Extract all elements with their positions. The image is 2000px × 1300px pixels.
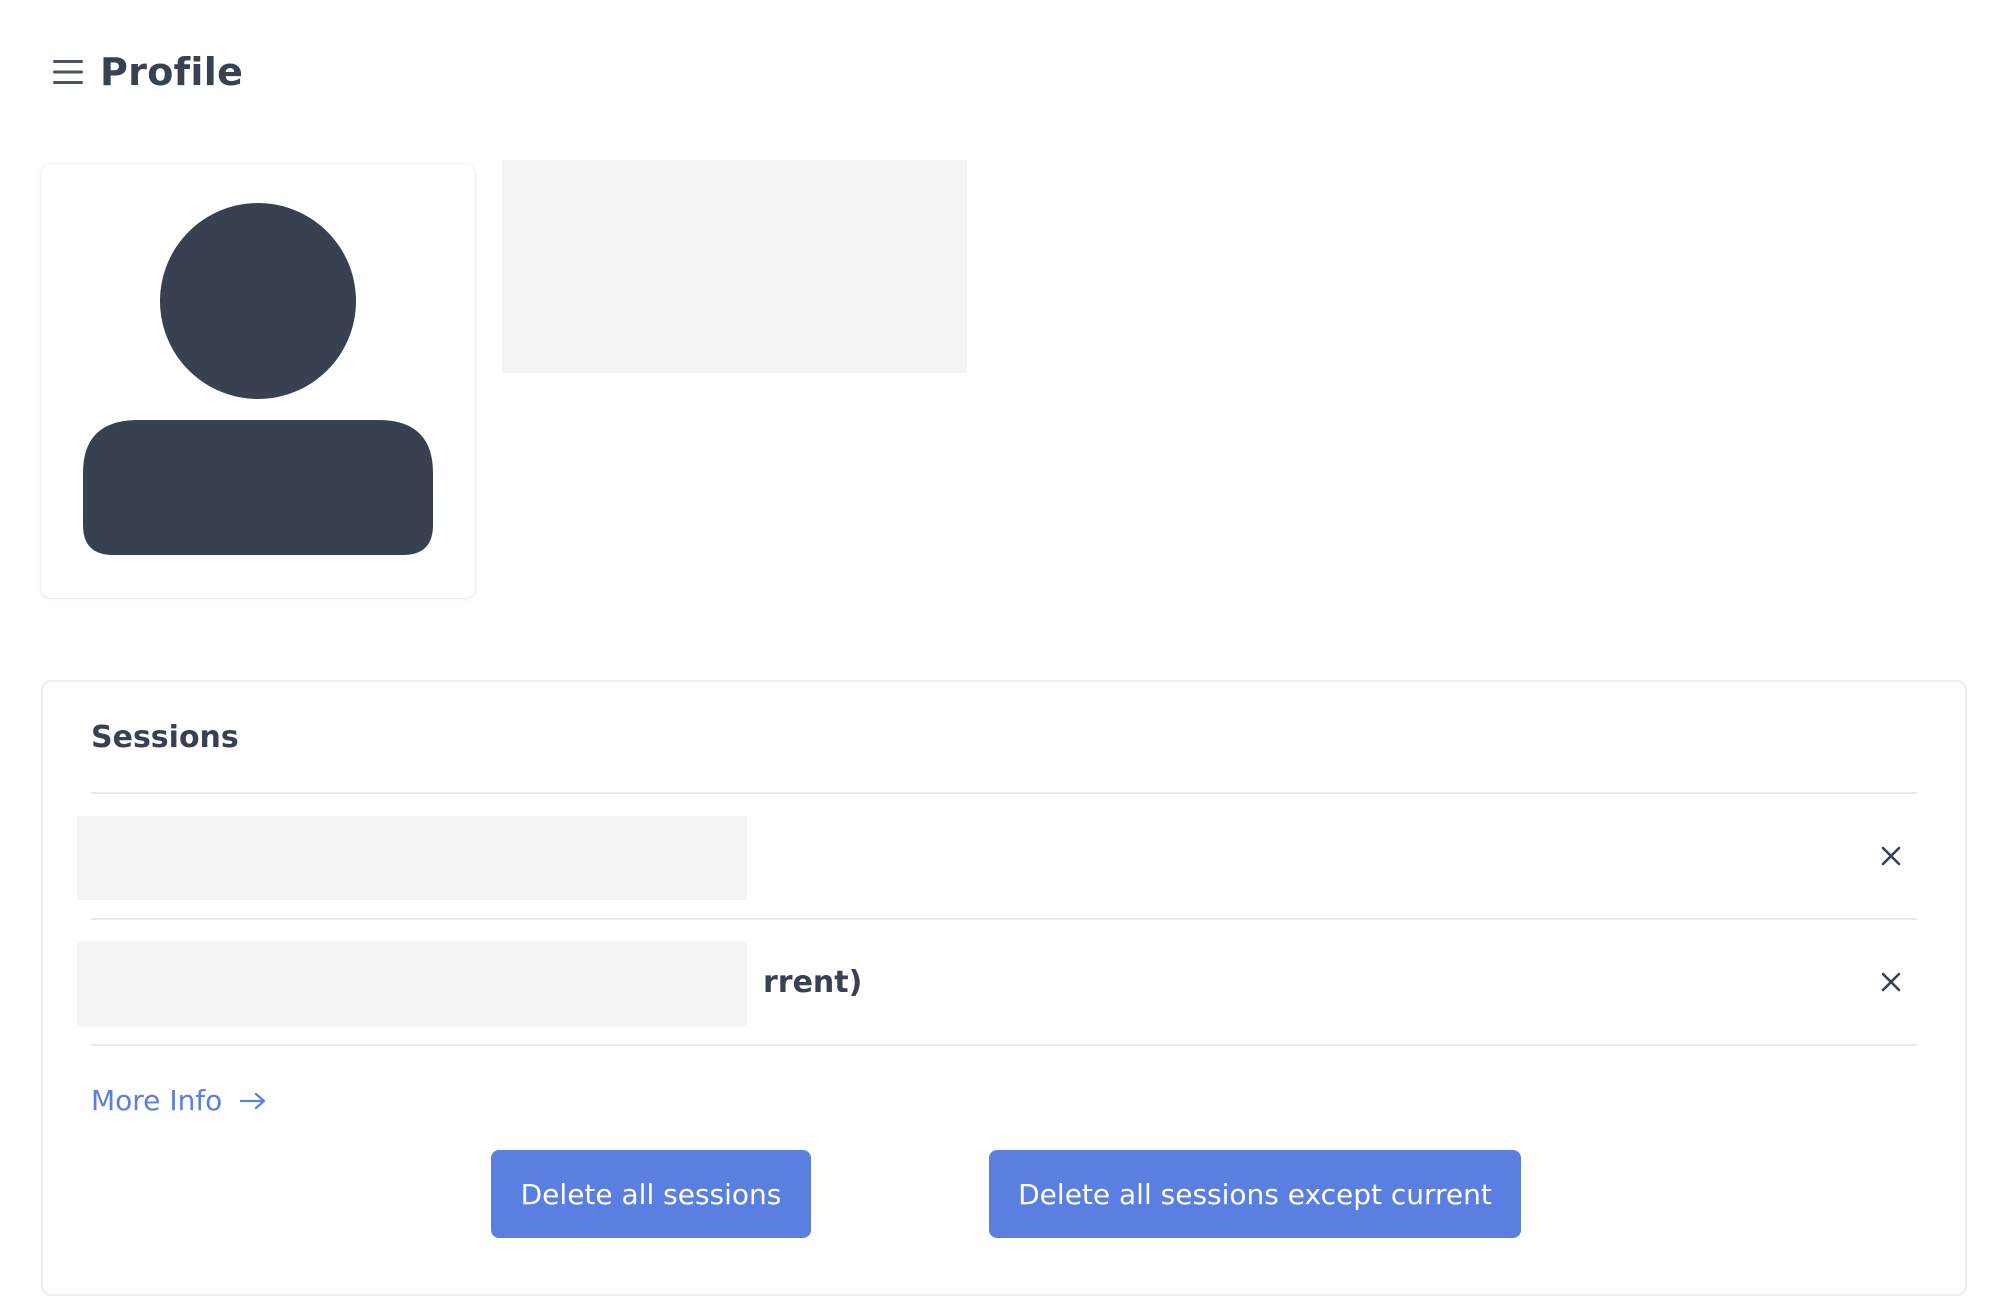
sessions-title: Sessions <box>91 720 239 755</box>
close-x-icon[interactable] <box>1871 836 1911 876</box>
more-info-label: More Info <box>91 1084 223 1117</box>
divider <box>91 1044 1917 1046</box>
session-info-placeholder <box>77 816 747 900</box>
arrow-right-icon <box>240 1084 266 1117</box>
more-info-link[interactable]: More Info <box>91 1084 266 1117</box>
sessions-card: Sessions rrent) More Info Delete all ses… <box>41 680 1967 1296</box>
avatar-card <box>41 164 475 598</box>
page-header: Profile <box>52 48 243 96</box>
hamburger-menu-icon[interactable] <box>52 56 84 88</box>
session-label: rrent) <box>763 964 863 1000</box>
session-info-placeholder <box>77 942 747 1026</box>
delete-all-except-current-button[interactable]: Delete all sessions except current <box>989 1150 1521 1238</box>
page-title: Profile <box>100 50 244 94</box>
user-details-placeholder <box>502 160 967 373</box>
close-x-icon[interactable] <box>1871 962 1911 1002</box>
user-silhouette-icon <box>83 203 433 559</box>
delete-all-sessions-button[interactable]: Delete all sessions <box>491 1150 811 1238</box>
session-row <box>77 794 1917 918</box>
session-row: rrent) <box>77 920 1917 1044</box>
